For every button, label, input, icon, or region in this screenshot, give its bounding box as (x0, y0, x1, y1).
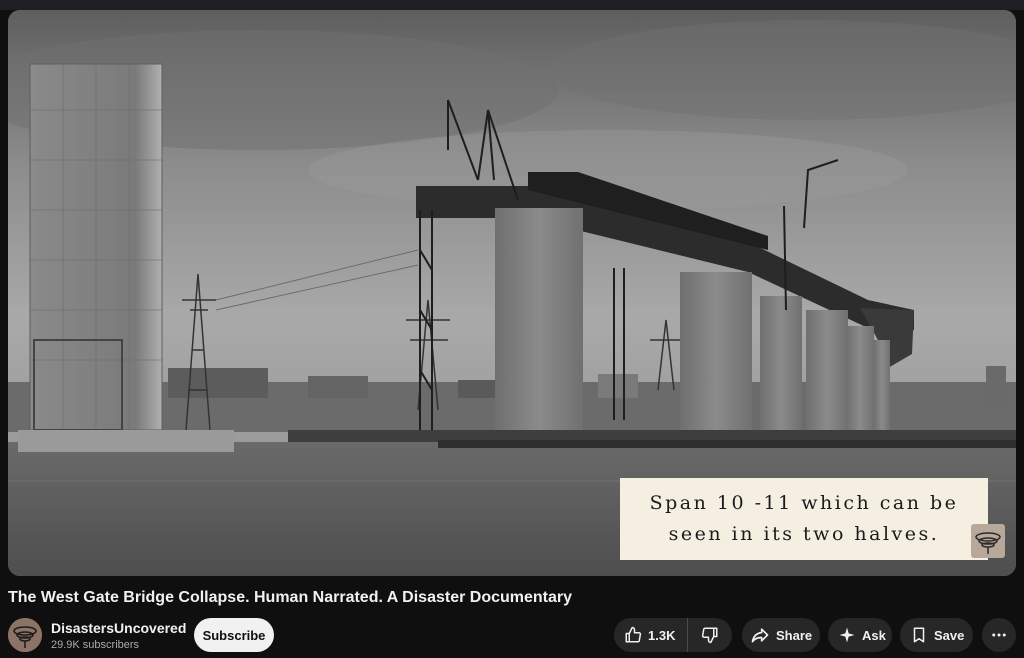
save-button[interactable]: Save (900, 618, 973, 652)
channel-row: DisastersUncovered 29.9K subscribers Sub… (8, 614, 1016, 658)
share-label: Share (776, 627, 813, 643)
more-actions-button[interactable] (982, 618, 1016, 652)
more-horizontal-icon (992, 633, 1006, 637)
thumb-down-icon (701, 627, 718, 644)
like-count: 1.3K (648, 627, 676, 643)
top-strip (0, 0, 1024, 10)
channel-avatar[interactable] (8, 618, 42, 652)
caption-line-1: Span 10 -11 which can be (649, 492, 959, 514)
save-label: Save (934, 627, 965, 643)
share-button[interactable]: Share (742, 618, 820, 652)
bookmark-icon (913, 627, 925, 643)
ask-button[interactable]: Ask (828, 618, 892, 652)
video-title: The West Gate Bridge Collapse. Human Nar… (8, 589, 573, 606)
thumb-up-icon (625, 626, 642, 643)
channel-name[interactable]: DisastersUncovered (51, 620, 186, 636)
channel-watermark-logo[interactable] (971, 524, 1005, 558)
like-button[interactable]: 1.3K (614, 618, 688, 652)
caption-line-2: seen in its two halves. (668, 523, 940, 545)
dislike-button[interactable] (688, 618, 732, 652)
sparkle-icon (839, 627, 855, 643)
subscribe-button[interactable]: Subscribe (194, 618, 274, 652)
video-caption-overlay: Span 10 -11 which can be seen in its two… (620, 478, 988, 560)
like-dislike-group: 1.3K (614, 618, 732, 652)
share-arrow-icon (751, 628, 769, 643)
video-player[interactable]: Span 10 -11 which can be seen in its two… (8, 10, 1016, 576)
ask-label: Ask (862, 627, 886, 643)
subscriber-count: 29.9K subscribers (51, 639, 140, 651)
